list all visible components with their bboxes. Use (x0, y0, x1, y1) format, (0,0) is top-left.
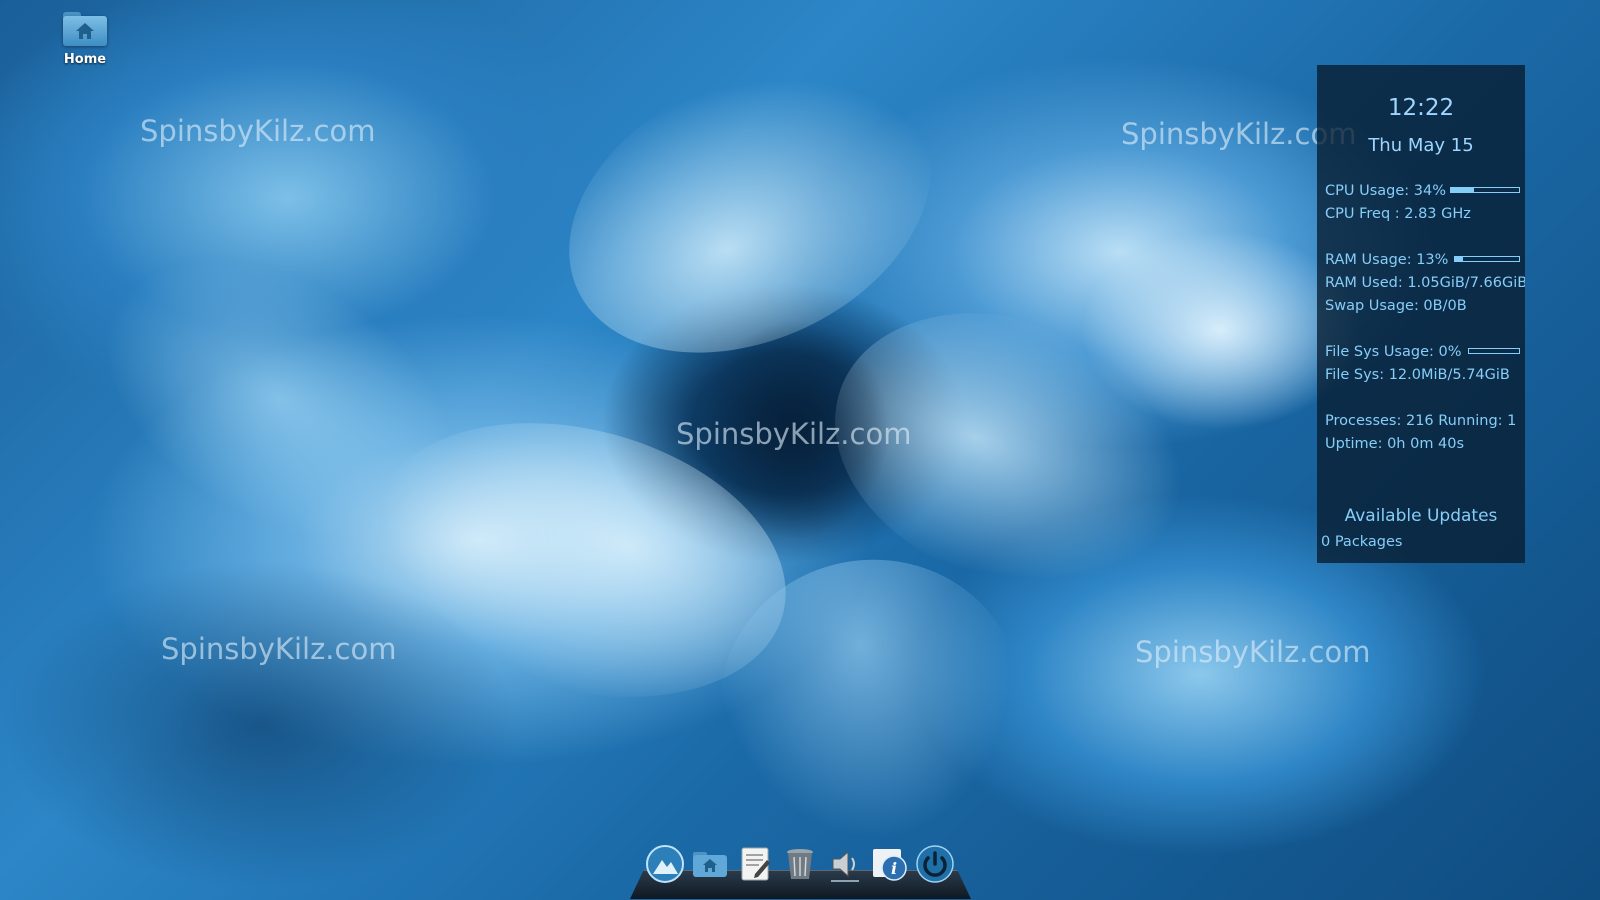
ram-usage-bar-fill (1455, 257, 1464, 261)
wallpaper-petal (0, 560, 520, 890)
text-editor-icon (741, 847, 770, 881)
cpu-usage-bar-fill (1451, 188, 1475, 192)
power-icon (916, 845, 954, 883)
fs-usage-bar (1468, 348, 1520, 354)
swap-usage-text: Swap Usage: 0B/0B (1325, 298, 1467, 314)
updates-title: Available Updates (1344, 506, 1498, 526)
desktop-icon-home[interactable]: Home (52, 12, 118, 67)
clock-date: Thu May 15 (1368, 135, 1474, 156)
wallpaper-petal (522, 11, 978, 409)
fs-text: File Sys: 12.0MiB/5.74GiB (1325, 367, 1510, 383)
wallpaper-petal (55, 201, 505, 599)
volume-icon (831, 850, 859, 882)
ram-usage-text: RAM Usage: 13% (1325, 252, 1449, 268)
system-monitor-panel: 12:22 Thu May 15 CPU Usage: 34% CPU Freq… (1317, 65, 1525, 563)
dock-item-volume[interactable] (825, 842, 865, 886)
cpu-usage-text: CPU Usage: 34% (1325, 183, 1446, 199)
dock-item-power[interactable] (915, 842, 955, 886)
watermark-text: SpinsbyKilz.com (140, 114, 376, 148)
system-info-icon: i (873, 849, 907, 881)
dock-item-text-editor[interactable] (735, 842, 775, 886)
ram-used-text: RAM Used: 1.05GiB/7.66GiB (1325, 275, 1525, 291)
dock-item-home[interactable] (690, 842, 730, 886)
ram-usage-bar (1454, 256, 1520, 262)
dock-item-trash[interactable] (780, 842, 820, 886)
svg-text:i: i (891, 859, 897, 878)
dock: i (630, 842, 971, 900)
dock-item-system-info[interactable]: i (870, 842, 910, 886)
watermark-text: SpinsbyKilz.com (1135, 635, 1371, 669)
trash-icon (787, 849, 813, 879)
updates-value: 0 Packages (1321, 534, 1403, 550)
cpu-freq-text: CPU Freq : 2.83 GHz (1325, 206, 1471, 222)
cpu-usage-bar (1450, 187, 1520, 193)
home-folder-icon (63, 12, 107, 46)
clock-time: 12:22 (1387, 95, 1455, 121)
desktop-icon-label: Home (63, 52, 107, 67)
processes-text: Processes: 216 Running: 1 (1325, 413, 1517, 429)
fs-usage-text: File Sys Usage: 0% (1325, 344, 1462, 360)
home-folder-icon (693, 852, 727, 877)
app-launcher-icon (646, 845, 684, 883)
uptime-text: Uptime: 0h 0m 40s (1325, 436, 1465, 452)
dock-item-launcher[interactable] (645, 842, 685, 886)
wallpaper-petal (697, 536, 1043, 864)
watermark-text: SpinsbyKilz.com (161, 632, 397, 666)
watermark-text: SpinsbyKilz.com (676, 417, 912, 451)
